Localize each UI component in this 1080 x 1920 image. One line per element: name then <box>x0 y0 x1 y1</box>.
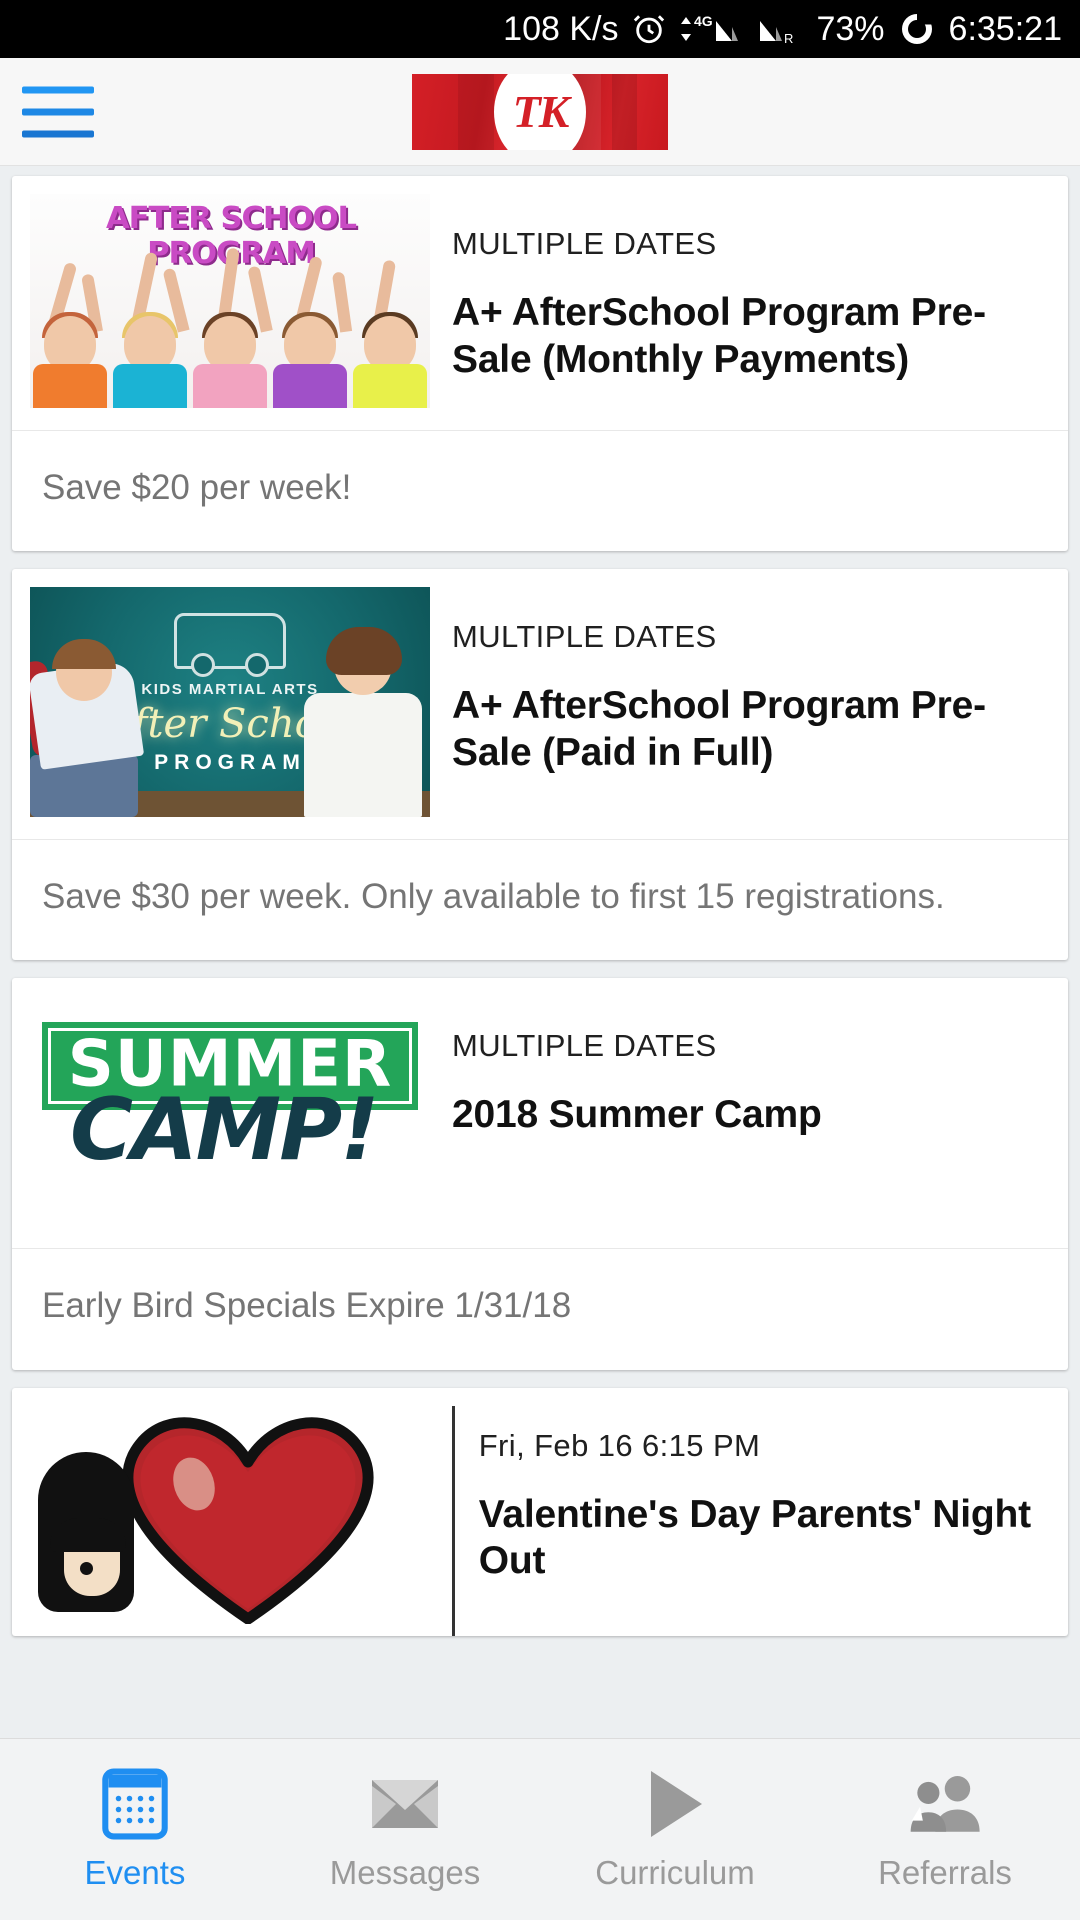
calendar-icon <box>99 1768 171 1840</box>
event-description: Save $20 per week! <box>12 430 1068 551</box>
nav-tab-messages[interactable]: Messages <box>270 1768 540 1892</box>
thumb-caption-bottom: CAMP! <box>70 1080 380 1181</box>
events-list[interactable]: AFTER SCHOOL PROGRAM <box>0 166 1080 1920</box>
logo-text: TK <box>512 85 570 137</box>
play-triangle-icon <box>639 1768 711 1840</box>
event-title: 2018 Summer Camp <box>452 1093 822 1137</box>
nav-label-curriculum: Curriculum <box>595 1853 755 1891</box>
event-date: Fri, Feb 16 6:15 PM <box>478 1427 761 1463</box>
envelope-icon <box>369 1768 441 1840</box>
nav-tab-events[interactable]: Events <box>0 1768 270 1892</box>
event-title: Valentine's Day Parents' Night Out <box>478 1492 1031 1583</box>
hamburger-menu-icon[interactable] <box>22 80 94 143</box>
svg-text:4G: 4G <box>694 13 713 29</box>
kids-martial-arts-chalkboard-photo: KIDS MARTIAL ARTS After School PROGRAM <box>30 587 430 818</box>
event-card[interactable]: Fri, Feb 16 6:15 PM Valentine's Day Pare… <box>12 1387 1068 1636</box>
event-date: MULTIPLE DATES <box>452 226 717 261</box>
svg-text:R: R <box>784 31 793 46</box>
nav-label-messages: Messages <box>329 1853 481 1891</box>
network-speed-text: 108 K/s <box>503 9 619 48</box>
alarm-clock-icon <box>632 12 666 46</box>
event-title: A+ AfterSchool Program Pre-Sale (Monthly… <box>452 291 986 381</box>
app-header: TK <box>0 58 1080 166</box>
summer-camp-logo: SUMMER CAMP! <box>30 996 430 1227</box>
battery-circle-icon <box>899 11 935 47</box>
app-logo[interactable]: TK <box>412 73 668 150</box>
nav-label-referrals: Referrals <box>878 1853 1012 1891</box>
logo-oval: TK <box>494 73 586 150</box>
bottom-navigation: Events Messages Curriculum Referrals <box>0 1738 1080 1920</box>
nav-label-events: Events <box>84 1853 186 1891</box>
event-date: MULTIPLE DATES <box>452 619 717 655</box>
event-description: Early Bird Specials Expire 1/31/18 <box>12 1248 1068 1369</box>
vertical-divider <box>452 1405 455 1636</box>
after-school-program-kids-photo: AFTER SCHOOL PROGRAM <box>30 194 430 408</box>
clock-text: 6:35:21 <box>948 9 1062 48</box>
ninja-girl-figure <box>30 1451 148 1632</box>
nav-tab-curriculum[interactable]: Curriculum <box>540 1768 810 1892</box>
battery-percent-text: 73% <box>816 9 885 48</box>
valentines-heart-ninja-illustration <box>30 1405 430 1636</box>
thumb-caption-sub: PROGRAM <box>154 751 306 775</box>
event-card[interactable]: AFTER SCHOOL PROGRAM <box>12 176 1068 552</box>
event-date: MULTIPLE DATES <box>452 1028 717 1064</box>
event-description: Save $30 per week. Only available to fir… <box>12 839 1068 960</box>
event-thumbnail: AFTER SCHOOL PROGRAM <box>30 194 430 408</box>
mobile-data-4g-icon: 4G <box>680 11 742 47</box>
nav-tab-referrals[interactable]: Referrals <box>810 1768 1080 1892</box>
event-card[interactable]: KIDS MARTIAL ARTS After School PROGRAM M… <box>12 569 1068 961</box>
signal-bars-roaming-icon: R <box>756 11 802 47</box>
thumb-caption-small: KIDS MARTIAL ARTS <box>141 681 319 699</box>
event-card[interactable]: SUMMER CAMP! MULTIPLE DATES 2018 Summer … <box>12 978 1068 1370</box>
event-thumbnail <box>30 1405 430 1636</box>
event-thumbnail: SUMMER CAMP! <box>30 996 430 1227</box>
event-thumbnail: KIDS MARTIAL ARTS After School PROGRAM <box>30 587 430 818</box>
event-title: A+ AfterSchool Program Pre-Sale (Paid in… <box>452 684 986 774</box>
people-group-icon <box>909 1768 981 1840</box>
status-bar: 108 K/s 4G R 73% 6:35:21 <box>0 0 1080 58</box>
school-bus-icon <box>174 613 286 678</box>
app-screen: 108 K/s 4G R 73% 6:35:21 TK AFTER SCHOOL… <box>0 0 1080 1920</box>
